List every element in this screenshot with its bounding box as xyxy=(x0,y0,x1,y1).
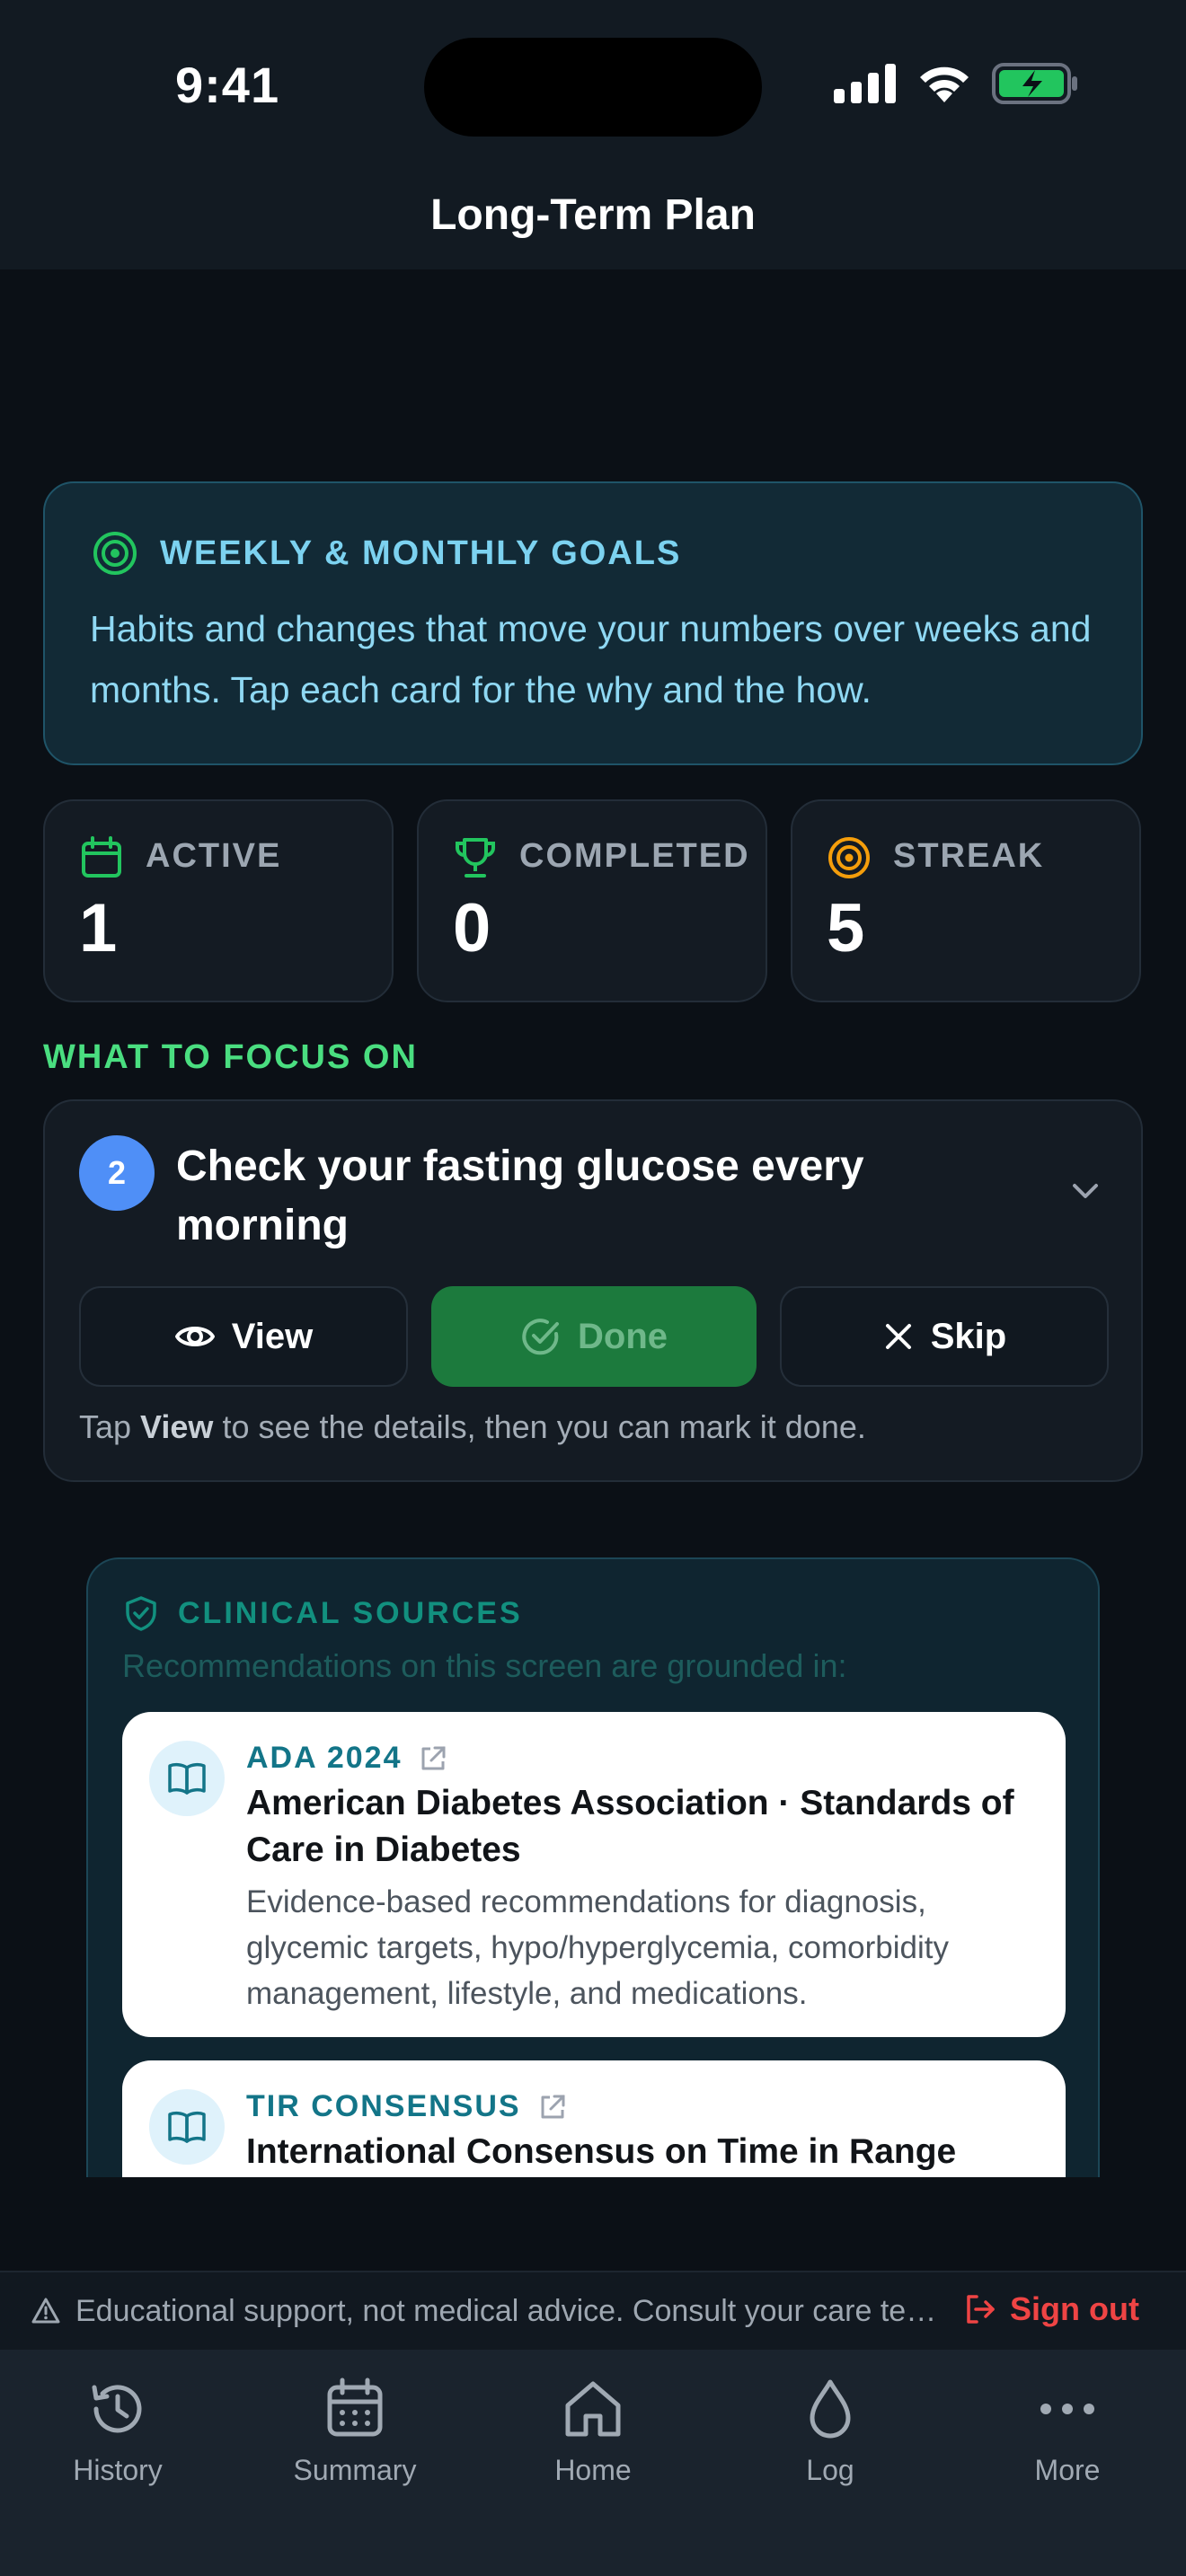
clinical-sources-subtitle: Recommendations on this screen are groun… xyxy=(122,1647,847,1684)
warning-icon xyxy=(31,2298,60,2324)
tab-bar: History Summary Home Log More xyxy=(0,2350,1186,2576)
tab-label: Summary xyxy=(293,2454,417,2486)
stat-value: 5 xyxy=(827,890,865,966)
tab-more[interactable]: More xyxy=(978,2377,1157,2487)
goals-banner-title: WEEKLY & MONTHLY GOALS xyxy=(160,534,682,572)
clinical-sources-title: CLINICAL SOURCES xyxy=(178,1595,523,1630)
source-tag-label: TIR CONSENSUS xyxy=(246,2089,521,2123)
source-name: International Consensus on Time in Range xyxy=(246,2132,957,2171)
hint-prefix: Tap xyxy=(79,1408,141,1445)
external-link-icon[interactable] xyxy=(537,2092,568,2122)
stat-label: COMPLETED xyxy=(519,837,750,875)
focus-title: Check your fasting glucose every morning xyxy=(176,1142,864,1249)
stat-value: 1 xyxy=(79,890,118,966)
stat-label: ACTIVE xyxy=(146,837,282,875)
status-icons xyxy=(834,63,1078,104)
goals-banner: WEEKLY & MONTHLY GOALS Habits and change… xyxy=(43,481,1143,765)
focus-card[interactable]: 2 Check your fasting glucose every morni… xyxy=(43,1099,1143,1482)
source-tag-label: ADA 2024 xyxy=(246,1741,403,1775)
clinical-sources-panel: CLINICAL SOURCES Recommendations on this… xyxy=(86,1557,1100,2177)
skip-button-label: Skip xyxy=(930,1316,1007,1356)
stat-value: 0 xyxy=(453,890,491,966)
wifi-icon xyxy=(920,66,969,102)
shield-check-icon xyxy=(126,1596,156,1631)
tab-label: Home xyxy=(554,2454,632,2486)
drop-icon xyxy=(810,2379,851,2439)
source-name: American Diabetes Association · Standard… xyxy=(246,1784,1014,1869)
signal-icon xyxy=(834,64,896,103)
trophy-icon xyxy=(456,838,495,878)
battery-icon xyxy=(992,63,1077,104)
source-tag: ADA 2024 xyxy=(246,1741,448,1776)
close-icon xyxy=(885,1324,911,1349)
clinical-sources-header: CLINICAL SOURCES xyxy=(124,1595,523,1631)
source-card[interactable]: ADA 2024 American Diabetes Association ·… xyxy=(122,1712,1066,2037)
done-button[interactable]: Done xyxy=(431,1286,757,1387)
logout-icon xyxy=(967,2295,995,2324)
home-icon xyxy=(565,2381,621,2437)
calendar-icon xyxy=(327,2378,383,2437)
goals-banner-header: WEEKLY & MONTHLY GOALS xyxy=(92,530,681,577)
done-button-label: Done xyxy=(578,1316,668,1356)
focus-section-label: WHAT TO FOCUS ON xyxy=(43,1038,418,1076)
more-icon xyxy=(1040,2404,1094,2414)
tab-history[interactable]: History xyxy=(28,2377,208,2487)
disclaimer-text: Educational support, not medical advice.… xyxy=(75,2294,938,2328)
tab-label: Log xyxy=(806,2454,854,2486)
skip-button[interactable]: Skip xyxy=(780,1286,1109,1387)
dynamic-island xyxy=(424,38,762,137)
tab-home[interactable]: Home xyxy=(503,2377,683,2487)
book-icon xyxy=(149,2089,225,2165)
source-description: Evidence-based recommendations for diagn… xyxy=(246,1884,949,2011)
target-icon xyxy=(828,837,870,878)
tab-summary[interactable]: Summary xyxy=(265,2377,445,2487)
book-icon xyxy=(149,1741,225,1816)
calendar-icon xyxy=(82,836,121,878)
stat-card-streak: STREAK 5 xyxy=(791,799,1141,1002)
history-icon xyxy=(92,2385,142,2433)
tab-label: History xyxy=(73,2454,163,2486)
view-button[interactable]: View xyxy=(79,1286,408,1387)
app-screen: 9:41 Long-Term Plan WEEKLY & MONTHLY GOA… xyxy=(0,0,1186,2576)
stat-card-active: ACTIVE 1 xyxy=(43,799,394,1002)
goals-banner-text: Habits and changes that move your number… xyxy=(90,608,1092,710)
view-button-label: View xyxy=(231,1316,314,1356)
target-icon xyxy=(93,532,137,575)
stat-card-completed: COMPLETED 0 xyxy=(417,799,767,1002)
sign-out-label: Sign out xyxy=(1010,2290,1139,2327)
hint-bold: View xyxy=(140,1408,214,1445)
chevron-down-icon[interactable] xyxy=(1067,1173,1103,1209)
check-circle-icon xyxy=(522,1319,559,1355)
step-badge: 2 xyxy=(79,1135,155,1211)
focus-hint: Tap View to see the details, then you ca… xyxy=(79,1408,866,1446)
sign-out-button[interactable]: Sign out xyxy=(963,2290,1139,2328)
hint-suffix: to see the details, then you can mark it… xyxy=(213,1408,866,1445)
page-title: Long-Term Plan xyxy=(430,191,756,239)
source-tag: TIR CONSENSUS xyxy=(246,2089,568,2124)
eye-icon xyxy=(174,1327,215,1346)
tab-label: More xyxy=(1034,2454,1101,2486)
tab-log[interactable]: Log xyxy=(740,2377,920,2487)
status-time: 9:41 xyxy=(175,57,280,113)
external-link-icon[interactable] xyxy=(418,1743,448,1774)
top-bar: 9:41 Long-Term Plan xyxy=(0,0,1186,269)
source-card[interactable]: TIR CONSENSUS International Consensus on… xyxy=(122,2060,1066,2177)
stat-label: STREAK xyxy=(893,837,1045,875)
disclaimer-bar: Educational support, not medical advice.… xyxy=(0,2271,1186,2350)
